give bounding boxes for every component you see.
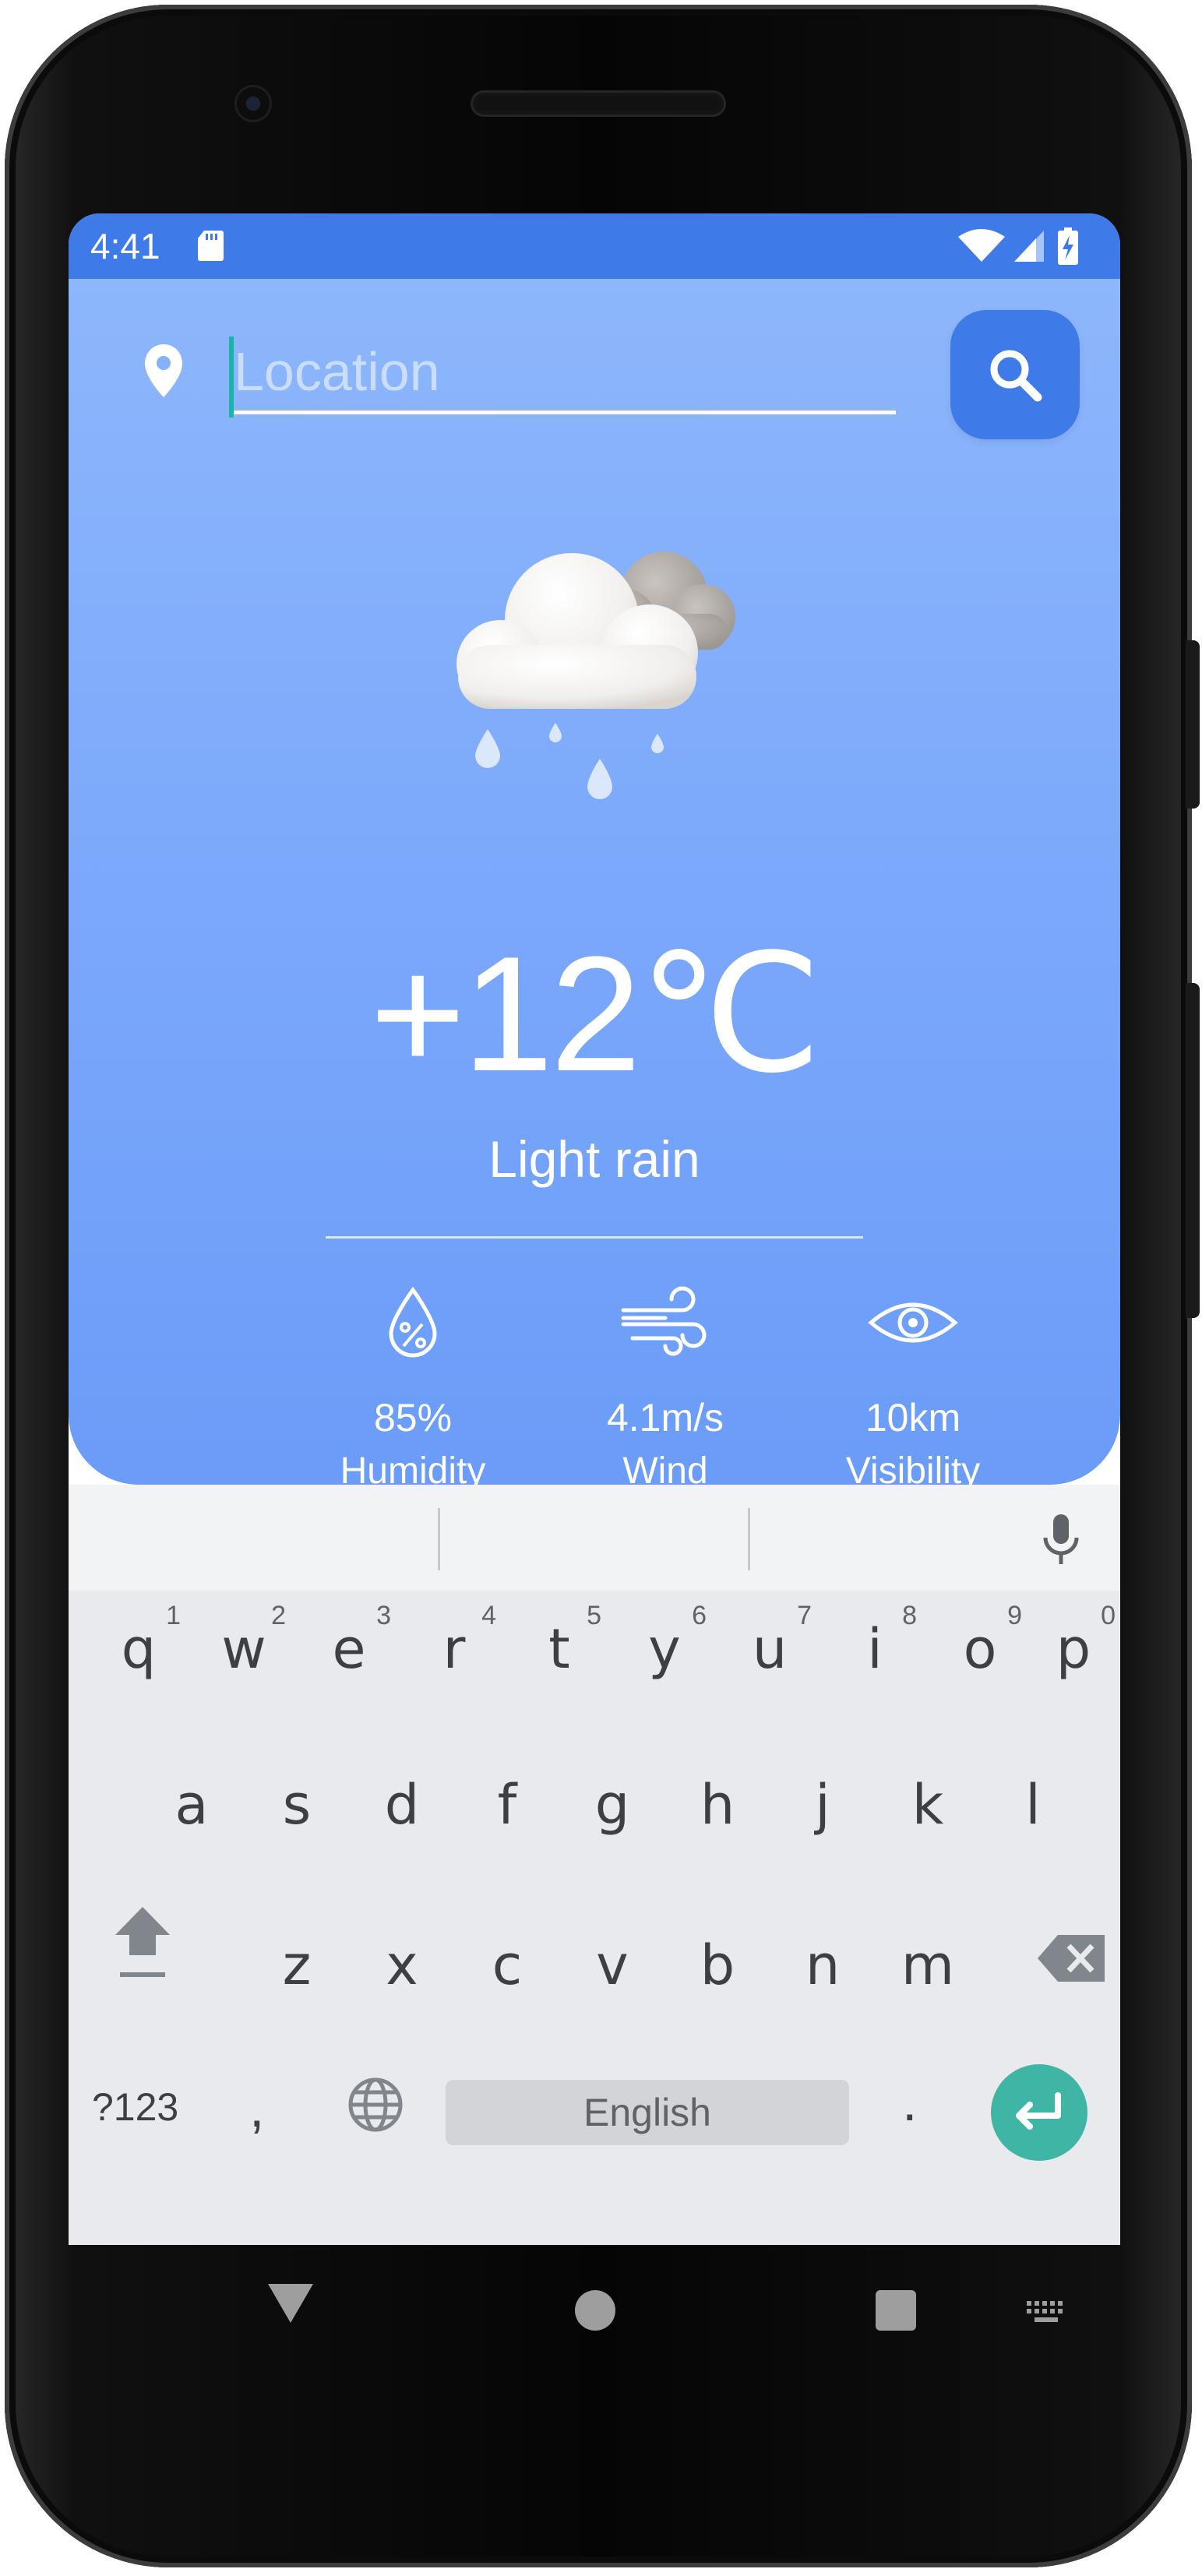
key-hint: 0 — [1101, 1601, 1116, 1630]
globe-icon[interactable] — [344, 2074, 407, 2136]
key-hint: 5 — [587, 1601, 601, 1630]
enter-button[interactable] — [991, 2064, 1087, 2161]
key-hint: 1 — [166, 1601, 181, 1630]
front-camera — [237, 87, 270, 120]
key-label: o — [963, 1617, 997, 1681]
key-a[interactable]: a — [145, 1746, 238, 1863]
key-m[interactable]: m — [881, 1907, 975, 2024]
key-p[interactable]: 0p — [1027, 1591, 1120, 1707]
humidity-value: 85% — [373, 1396, 453, 1440]
suggestion-divider — [438, 1508, 440, 1570]
key-hint: 2 — [271, 1601, 286, 1630]
volume-button — [1186, 640, 1200, 809]
key-v[interactable]: v — [566, 1907, 659, 2024]
backspace-icon[interactable] — [1035, 1919, 1112, 1997]
key-f[interactable]: f — [460, 1746, 554, 1863]
key-q[interactable]: 1q — [92, 1591, 185, 1707]
metric-humidity: 85% Humidity — [288, 1284, 538, 1496]
key-w[interactable]: 2w — [197, 1591, 291, 1707]
metric-wind: 4.1m/s Wind — [541, 1284, 790, 1496]
key-label: e — [332, 1617, 366, 1681]
key-x[interactable]: x — [355, 1907, 449, 2024]
battery-charging-icon — [1058, 227, 1078, 265]
key-i[interactable]: 8i — [828, 1591, 922, 1707]
nav-home-icon[interactable] — [575, 2290, 615, 2331]
key-hint: 3 — [376, 1601, 391, 1630]
key-s[interactable]: s — [250, 1746, 344, 1863]
weather-card: +12℃ Light rain 85% Humidity 4.1m/s Wind — [69, 279, 1120, 1492]
key-c[interactable]: c — [460, 1907, 554, 2024]
nav-recents-icon[interactable] — [876, 2290, 916, 2331]
power-button — [1186, 983, 1200, 1318]
key-label: w — [221, 1617, 266, 1681]
keyboard-switch-icon[interactable] — [1025, 2298, 1069, 2326]
key-label: t — [548, 1617, 570, 1681]
visibility-value: 10km — [865, 1396, 961, 1440]
status-bar: 4:41 — [69, 213, 1120, 279]
key-r[interactable]: 4r — [407, 1591, 501, 1707]
key-j[interactable]: j — [776, 1746, 869, 1863]
period-key[interactable]: . — [902, 2070, 917, 2133]
wifi-icon — [958, 229, 1005, 262]
suggestion-divider — [748, 1508, 750, 1570]
key-hint: 9 — [1007, 1601, 1022, 1630]
symbols-key[interactable]: ?123 — [92, 2084, 178, 2130]
soft-keyboard: 1q 2w 3e 4r 5t 6y 7u 8i 9o 0p a s d f g … — [69, 1485, 1120, 2245]
cell-signal-icon — [1014, 231, 1044, 262]
key-label: r — [442, 1617, 466, 1681]
key-label: p — [1056, 1617, 1091, 1681]
key-b[interactable]: b — [671, 1907, 764, 2024]
comma-key[interactable]: , — [249, 2077, 264, 2139]
key-t[interactable]: 5t — [513, 1591, 606, 1707]
divider — [326, 1236, 863, 1239]
cloud-rain-icon — [456, 551, 735, 799]
search-button[interactable] — [950, 310, 1080, 439]
key-e[interactable]: 3e — [302, 1591, 396, 1707]
screen: 4:41 Location +12℃ Light rain 85% Humidi… — [69, 213, 1120, 2245]
weather-condition: Light rain — [488, 1130, 700, 1188]
status-time: 4:41 — [90, 226, 160, 266]
key-l[interactable]: l — [986, 1746, 1080, 1863]
rain-drops — [475, 723, 664, 799]
sd-card-icon — [198, 231, 224, 261]
status-icons — [958, 227, 1078, 265]
microphone-icon[interactable] — [1039, 1511, 1083, 1567]
text-cursor — [229, 337, 234, 418]
suggestion-bar — [69, 1485, 1120, 1591]
key-n[interactable]: n — [776, 1907, 869, 2024]
key-label: i — [867, 1617, 883, 1681]
earpiece-speaker — [471, 90, 726, 117]
location-pin-icon — [145, 344, 182, 397]
key-z[interactable]: z — [250, 1907, 344, 2024]
wind-icon — [621, 1286, 707, 1356]
key-y[interactable]: 6y — [618, 1591, 711, 1707]
metric-visibility: 10km Visibility — [788, 1284, 1038, 1496]
key-h[interactable]: h — [671, 1746, 764, 1863]
location-input[interactable] — [229, 332, 896, 414]
search-icon — [990, 350, 1042, 402]
humidity-drop-icon — [389, 1286, 437, 1358]
key-u[interactable]: 7u — [723, 1591, 816, 1707]
key-label: q — [121, 1617, 157, 1681]
key-hint: 7 — [797, 1601, 812, 1630]
wind-value: 4.1m/s — [606, 1396, 724, 1440]
eye-icon — [868, 1302, 958, 1343]
key-g[interactable]: g — [566, 1746, 659, 1863]
nav-back-icon[interactable] — [265, 2279, 316, 2328]
key-label: u — [752, 1617, 788, 1681]
key-o[interactable]: 9o — [933, 1591, 1027, 1707]
enter-arrow-icon — [1016, 2092, 1061, 2130]
key-hint: 6 — [692, 1601, 707, 1630]
key-d[interactable]: d — [355, 1746, 449, 1863]
key-hint: 4 — [481, 1601, 496, 1630]
key-k[interactable]: k — [881, 1746, 975, 1863]
space-key[interactable]: English — [446, 2080, 849, 2145]
temperature: +12℃ — [369, 922, 822, 1105]
shift-icon[interactable] — [100, 1890, 185, 2007]
key-hint: 8 — [902, 1601, 917, 1630]
key-label: y — [648, 1617, 681, 1681]
